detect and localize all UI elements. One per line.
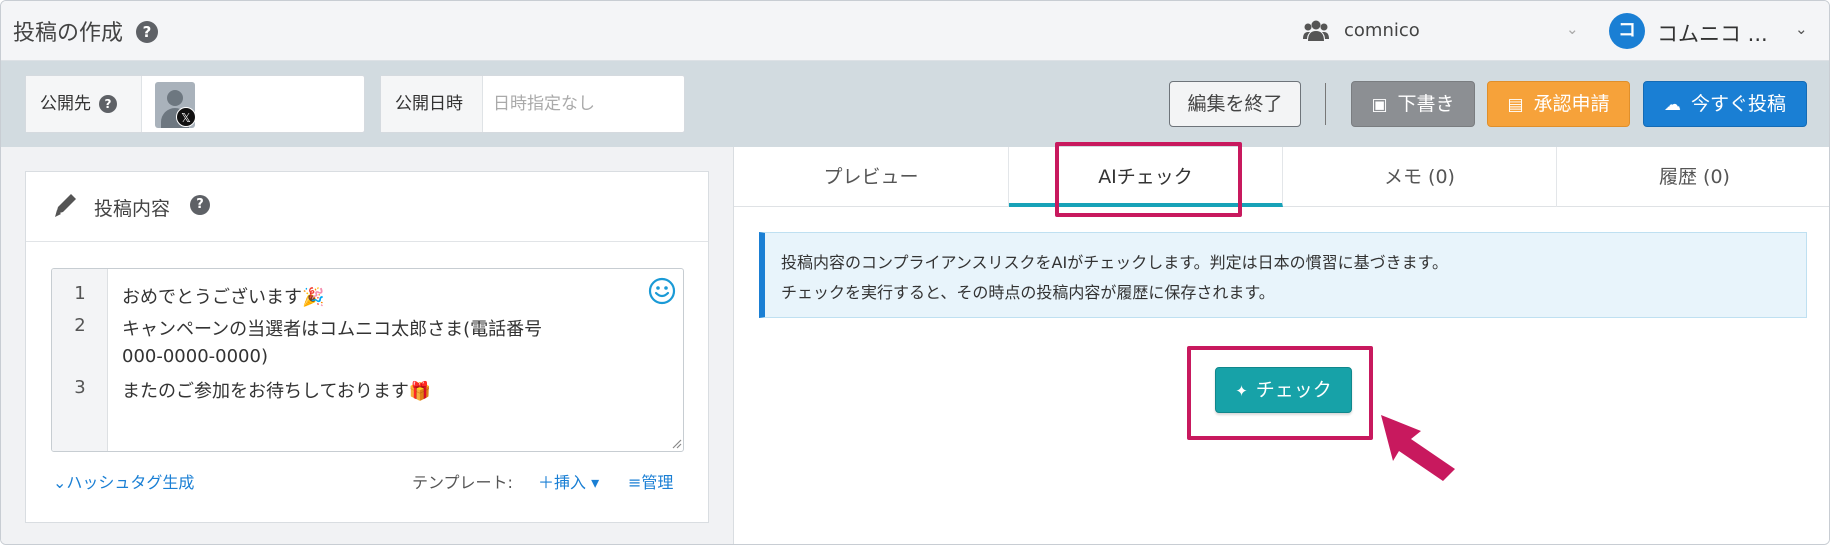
arrow-annotation-icon	[1381, 415, 1455, 481]
destination-label: 公開先?	[26, 76, 142, 132]
help-icon[interactable]: ?	[190, 195, 210, 215]
approval-label: 承認申請	[1533, 93, 1610, 115]
chevron-down-icon[interactable]: ⌄	[1566, 20, 1579, 38]
destination-label-text: 公開先	[40, 94, 91, 114]
publish-date-field[interactable]: 公開日時 日時指定なし	[380, 75, 685, 133]
clipboard-icon: ▤	[1507, 95, 1524, 115]
cloud-upload-icon: ☁	[1663, 95, 1681, 115]
post-text-editor[interactable]: 1 おめでとうございます🎉 2 キャンペーンの当選者はコムニコ太郎さま(電話番号…	[51, 268, 684, 452]
post-toolbar: 公開先? 𝕏 公開日時 日時指定なし 編集を終了 ▣ 下書き ▤ 承認申請 ☁ 今すぐ…	[1, 61, 1829, 147]
template-label: テンプレート:	[412, 473, 513, 492]
x-logo-icon: 𝕏	[176, 107, 196, 127]
help-icon[interactable]: ?	[99, 95, 117, 113]
resize-handle[interactable]	[670, 437, 682, 449]
publish-date-value[interactable]: 日時指定なし	[493, 76, 595, 132]
post-now-label: 今すぐ投稿	[1690, 93, 1786, 115]
tab-preview[interactable]: プレビュー	[734, 147, 1009, 207]
tab-history[interactable]: 履歴 (0)	[1557, 147, 1829, 207]
editor-line-wrap[interactable]: 000-0000-0000)	[122, 346, 268, 367]
chevron-down-icon[interactable]: ⌄	[1795, 20, 1808, 38]
card-header: 投稿内容 ?	[26, 172, 708, 242]
toolbar-divider	[1325, 83, 1326, 125]
draft-button[interactable]: ▣ 下書き	[1351, 81, 1475, 127]
ai-check-info-box: 投稿内容のコンプライアンスリスクをAIがチェックします。判定は日本の慣習に基づき…	[759, 232, 1807, 318]
line-number: 1	[74, 283, 86, 304]
post-content-card: 投稿内容 ? 1 おめでとうございます🎉 2 キャンペーンの当選者はコムニコ太郎…	[25, 171, 709, 523]
pencil-icon	[55, 194, 76, 217]
tab-bar: プレビュー AIチェック メモ (0) 履歴 (0)	[734, 147, 1829, 207]
smiley-icon[interactable]	[648, 277, 676, 305]
destination-field[interactable]: 公開先? 𝕏	[25, 75, 365, 133]
info-text-1: 投稿内容のコンプライアンスリスクをAIがチェックします。判定は日本の慣習に基づき…	[781, 253, 1449, 272]
editor-line[interactable]: またのご参加をお待ちしております🎁	[122, 377, 431, 403]
save-icon: ▣	[1371, 95, 1388, 115]
draft-label: 下書き	[1397, 93, 1455, 115]
post-composer-window: 投稿の作成 ? comnico ⌄ コ コムニコ ... ⌄ 公開先? 𝕏 公開…	[0, 0, 1830, 545]
user-menu[interactable]: コムニコ ...	[1657, 18, 1768, 48]
info-text-2: チェックを実行すると、その時点の投稿内容が履歴に保存されます。	[781, 283, 1275, 302]
highlight-box-tab	[1055, 142, 1242, 217]
group-icon	[1303, 20, 1329, 41]
hashtag-generate-link[interactable]: ⌄ハッシュタグ生成	[53, 469, 194, 493]
template-insert-button[interactable]: ＋挿入 ▾	[538, 469, 599, 493]
highlight-box-button	[1187, 346, 1373, 440]
approval-request-button[interactable]: ▤ 承認申請	[1487, 81, 1630, 127]
avatar[interactable]: コ	[1609, 13, 1645, 49]
post-now-button[interactable]: ☁ 今すぐ投稿	[1643, 81, 1807, 127]
tab-memo[interactable]: メモ (0)	[1283, 147, 1557, 207]
top-header: 投稿の作成 ? comnico ⌄ コ コムニコ ... ⌄	[1, 1, 1829, 61]
editor-line[interactable]: キャンペーンの当選者はコムニコ太郎さま(電話番号	[122, 315, 542, 341]
line-number: 3	[74, 377, 86, 398]
workspace-selector[interactable]: comnico	[1344, 20, 1420, 41]
editor-line[interactable]: おめでとうございます🎉	[122, 283, 324, 309]
card-title: 投稿内容	[94, 198, 171, 220]
help-icon[interactable]: ?	[136, 21, 159, 43]
left-panel: 投稿内容 ? 1 おめでとうございます🎉 2 キャンペーンの当選者はコムニコ太郎…	[1, 147, 733, 544]
template-manage-button[interactable]: ≡管理	[628, 469, 673, 493]
finish-edit-button[interactable]: 編集を終了	[1169, 81, 1301, 127]
publish-date-label: 公開日時	[381, 76, 483, 132]
page-title-text: 投稿の作成	[13, 21, 124, 46]
page-title: 投稿の作成 ?	[13, 15, 159, 47]
line-number: 2	[74, 315, 86, 336]
